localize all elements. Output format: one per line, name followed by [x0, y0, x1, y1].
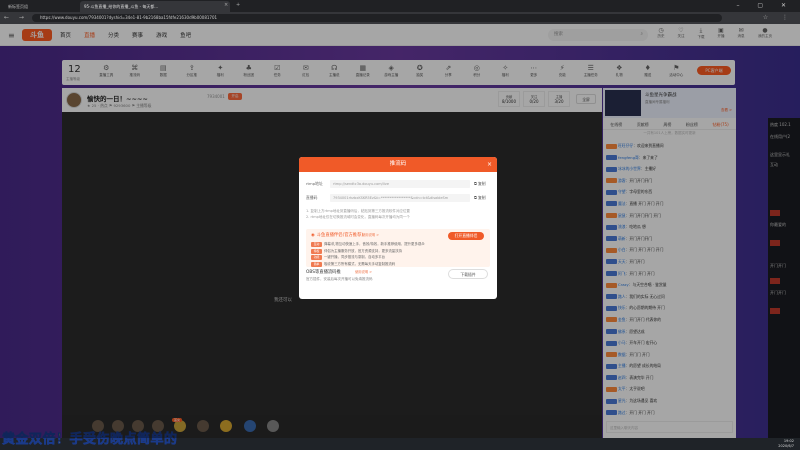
dialog-title: 推流码: [389, 161, 407, 167]
address-bar[interactable]: https://www.douyu.com/7934001?dyshid=34e…: [32, 14, 722, 22]
new-tab-icon[interactable]: +: [236, 2, 240, 8]
obs-description: 官方插件，安装后每次开播可以免填推流码: [306, 277, 373, 281]
copy-icon: ⧉: [474, 195, 477, 200]
companion-help-link[interactable]: 使用说明 >: [362, 232, 379, 237]
copy-rtmp-button[interactable]: ⧉ 复制: [474, 181, 486, 187]
open-companion-button[interactable]: 打开直播伴侣: [448, 232, 484, 240]
rtmp-row: rtmp地址 rtmp://sendtc3a.douyu.com/live ⧉ …: [306, 180, 486, 188]
system-clock[interactable]: 19:02 2020/6/7: [778, 439, 794, 449]
browser-tab-2[interactable]: 95·斗鱼直播_给你的直播_斗鱼 - 每天都...: [80, 1, 230, 12]
fish-icon: ◉: [311, 233, 315, 238]
obs-title: OBS等直播流码推: [306, 270, 341, 275]
browser-tab-1[interactable]: 新标签页组: [4, 1, 74, 12]
download-plugin-button[interactable]: 下载插件: [448, 269, 488, 279]
tab-close-icon[interactable]: ×: [224, 2, 228, 8]
extensions-icon[interactable]: ☆ ⋮: [763, 14, 794, 21]
dialog-notes: 1. 复制上方rtmp地址到直播码后，粘贴到第三方推流软件对应位置 2. rtm…: [306, 209, 410, 219]
copy-key-button[interactable]: ⧉ 复制: [474, 195, 486, 201]
dialog-header: 推流码 ×: [299, 157, 497, 172]
window-controls[interactable]: – ▢ ✕: [736, 2, 794, 9]
rtmp-address-field[interactable]: rtmp://sendtc3a.douyu.com/live: [330, 180, 470, 188]
stream-key-field[interactable]: 7934001rhzbxKSKR5Ez&t=*****************&…: [330, 194, 470, 202]
browser-toolbar: ← → ↻ https://www.douyu.com/7934001?dysh…: [0, 12, 800, 24]
browser-tabbar: 新标签页组 95·斗鱼直播_给你的直播_斗鱼 - 每天都... × + – ▢ …: [0, 0, 800, 12]
obs-help-link[interactable]: 使用说明 >: [355, 269, 372, 274]
stream-key-dialog: 推流码 × rtmp地址 rtmp://sendtc3a.douyu.com/l…: [299, 157, 497, 299]
companion-promo: ◉ 斗鱼直播伴侣(官方推荐) 使用说明 > 打开直播伴侣 互动 弹幕/礼物互动快速上…: [306, 229, 490, 267]
close-icon[interactable]: ×: [487, 157, 492, 172]
copy-icon: ⧉: [474, 181, 477, 186]
stream-key-row: 直播码 7934001rhzbxKSKR5Ez&t=**************…: [306, 194, 486, 202]
